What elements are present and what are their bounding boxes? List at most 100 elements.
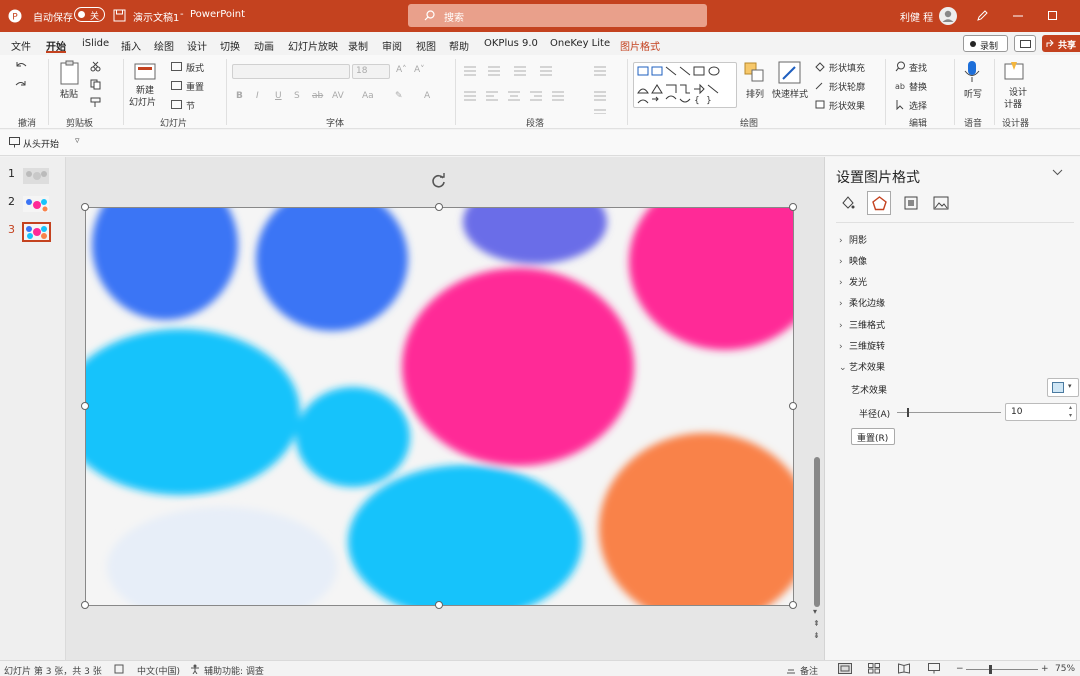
prev-slide-icon[interactable]: ⇞ bbox=[813, 619, 820, 628]
change-case-icon[interactable]: Aa bbox=[362, 91, 374, 101]
layout-button[interactable]: 版式 bbox=[186, 61, 204, 74]
reset-slide-button[interactable]: 重置 bbox=[186, 80, 204, 93]
resize-handle-n[interactable] bbox=[435, 203, 443, 211]
zoom-level[interactable]: 75% bbox=[1055, 664, 1075, 674]
fill-line-icon[interactable] bbox=[841, 195, 855, 211]
spin-down-icon[interactable]: ▾ bbox=[1069, 412, 1072, 419]
resize-handle-e[interactable] bbox=[789, 402, 797, 410]
tab-picture-format[interactable]: 图片格式 bbox=[620, 38, 660, 53]
tab-slideshow[interactable]: 幻灯片放映 bbox=[288, 38, 338, 53]
accessibility-status[interactable]: 辅助功能: 调查 bbox=[204, 664, 264, 676]
slide-thumbnail-1[interactable] bbox=[23, 168, 49, 184]
quick-styles-icon[interactable] bbox=[778, 61, 802, 85]
shape-gallery[interactable]: {} bbox=[633, 62, 737, 108]
font-size-select[interactable]: 18 bbox=[352, 64, 390, 79]
tab-help[interactable]: 帮助 bbox=[449, 38, 469, 53]
tab-islide[interactable]: iSlide bbox=[82, 38, 109, 49]
tab-draw[interactable]: 绘图 bbox=[154, 38, 174, 53]
format-painter-icon[interactable] bbox=[90, 97, 101, 108]
shape-fill-button[interactable]: 形状填充 bbox=[829, 61, 865, 74]
slide-thumbnail-3[interactable] bbox=[22, 222, 51, 242]
slide-canvas[interactable] bbox=[85, 207, 794, 606]
language-indicator[interactable]: 中文(中国) bbox=[137, 664, 180, 676]
slide-thumbnail-2[interactable] bbox=[23, 196, 49, 212]
designer-icon[interactable] bbox=[1004, 60, 1026, 82]
italic-icon[interactable]: I bbox=[256, 91, 259, 101]
section-3d-rotation[interactable]: › 三维旋转 bbox=[839, 339, 885, 352]
share-button[interactable]: 共享 bbox=[1042, 35, 1080, 52]
highlight-icon[interactable]: ✎ bbox=[395, 91, 403, 101]
tab-file[interactable]: 文件 bbox=[11, 38, 31, 53]
slideshow-view-icon[interactable] bbox=[928, 663, 940, 674]
resize-handle-s[interactable] bbox=[435, 601, 443, 609]
arrange-label[interactable]: 排列 bbox=[746, 87, 764, 100]
tab-okplus[interactable]: OKPlus 9.0 bbox=[484, 38, 538, 49]
customize-qat-icon[interactable]: ▿ bbox=[75, 136, 80, 146]
radius-input[interactable]: 10 ▴ ▾ bbox=[1005, 403, 1077, 421]
new-slide-icon[interactable] bbox=[134, 61, 158, 81]
font-family-select[interactable] bbox=[232, 64, 350, 79]
from-start-button[interactable]: 从头开始 bbox=[23, 137, 59, 150]
zoom-slider-thumb[interactable] bbox=[989, 665, 992, 674]
tab-transitions[interactable]: 切换 bbox=[220, 38, 240, 53]
resize-handle-nw[interactable] bbox=[81, 203, 89, 211]
quick-styles-label[interactable]: 快速样式 bbox=[772, 87, 808, 100]
vertical-scrollbar-thumb[interactable] bbox=[814, 457, 820, 607]
strikethrough-icon[interactable]: ab bbox=[312, 91, 323, 101]
radius-slider-thumb[interactable] bbox=[907, 408, 910, 417]
radius-slider-track[interactable] bbox=[897, 412, 1001, 413]
comments-button[interactable] bbox=[1014, 35, 1036, 52]
bold-icon[interactable]: B bbox=[236, 91, 243, 101]
reading-view-icon[interactable] bbox=[898, 663, 910, 674]
tab-insert[interactable]: 插入 bbox=[121, 38, 141, 53]
font-color-icon[interactable]: A bbox=[424, 91, 430, 101]
paste-icon[interactable] bbox=[58, 60, 82, 86]
replace-button[interactable]: 替换 bbox=[909, 80, 927, 93]
copy-icon[interactable] bbox=[90, 79, 101, 90]
scroll-down-icon[interactable]: ▾ bbox=[813, 607, 817, 616]
tab-review[interactable]: 审阅 bbox=[382, 38, 402, 53]
section-soft-edges[interactable]: › 柔化边缘 bbox=[839, 296, 885, 309]
section-reflection[interactable]: › 映像 bbox=[839, 254, 867, 267]
reset-button[interactable]: 重置(R) bbox=[851, 428, 895, 445]
tab-animations[interactable]: 动画 bbox=[254, 38, 274, 53]
section-shadow[interactable]: › 阴影 bbox=[839, 233, 867, 246]
tab-design[interactable]: 设计 bbox=[187, 38, 207, 53]
normal-view-icon[interactable] bbox=[838, 663, 852, 674]
decrease-font-icon[interactable]: A˅ bbox=[414, 65, 425, 75]
size-properties-icon[interactable] bbox=[903, 195, 919, 211]
chevron-down-icon[interactable] bbox=[1052, 169, 1063, 176]
new-slide-label-2[interactable]: 幻灯片 bbox=[129, 95, 156, 108]
tab-view[interactable]: 视图 bbox=[416, 38, 436, 53]
resize-handle-se[interactable] bbox=[789, 601, 797, 609]
record-button[interactable]: 录制 bbox=[963, 35, 1008, 52]
underline-icon[interactable]: U bbox=[275, 91, 282, 101]
tab-record[interactable]: 录制 bbox=[348, 38, 368, 53]
select-button[interactable]: 选择 bbox=[909, 99, 927, 112]
designer-label-2[interactable]: 计器 bbox=[1004, 97, 1022, 110]
cut-icon[interactable] bbox=[90, 61, 101, 72]
pen-icon[interactable] bbox=[976, 9, 989, 22]
dictate-label[interactable]: 听写 bbox=[964, 87, 982, 100]
resize-handle-w[interactable] bbox=[81, 402, 89, 410]
notes-button[interactable]: 备注 bbox=[800, 664, 818, 676]
avatar[interactable] bbox=[939, 7, 957, 25]
zoom-in-icon[interactable]: + bbox=[1041, 664, 1049, 674]
autosave-toggle[interactable]: 关 bbox=[74, 7, 105, 22]
artistic-effect-dropdown[interactable]: ▾ bbox=[1047, 378, 1079, 397]
effects-tab[interactable] bbox=[867, 191, 891, 215]
next-slide-icon[interactable]: ⇟ bbox=[813, 631, 820, 640]
maximize-icon[interactable] bbox=[1048, 11, 1057, 20]
arrange-icon[interactable] bbox=[744, 62, 766, 84]
spin-up-icon[interactable]: ▴ bbox=[1069, 404, 1072, 411]
spelling-check-icon[interactable] bbox=[114, 664, 124, 674]
picture-icon[interactable] bbox=[933, 195, 949, 211]
search-box[interactable]: 搜索 bbox=[408, 4, 707, 27]
zoom-out-icon[interactable]: − bbox=[956, 664, 964, 674]
shape-outline-button[interactable]: 形状轮廓 bbox=[829, 80, 865, 93]
resize-handle-ne[interactable] bbox=[789, 203, 797, 211]
save-icon[interactable] bbox=[113, 9, 126, 22]
minimize-icon[interactable] bbox=[1013, 15, 1023, 17]
slide-sorter-icon[interactable] bbox=[868, 663, 880, 674]
char-spacing-icon[interactable]: AV bbox=[332, 91, 344, 101]
